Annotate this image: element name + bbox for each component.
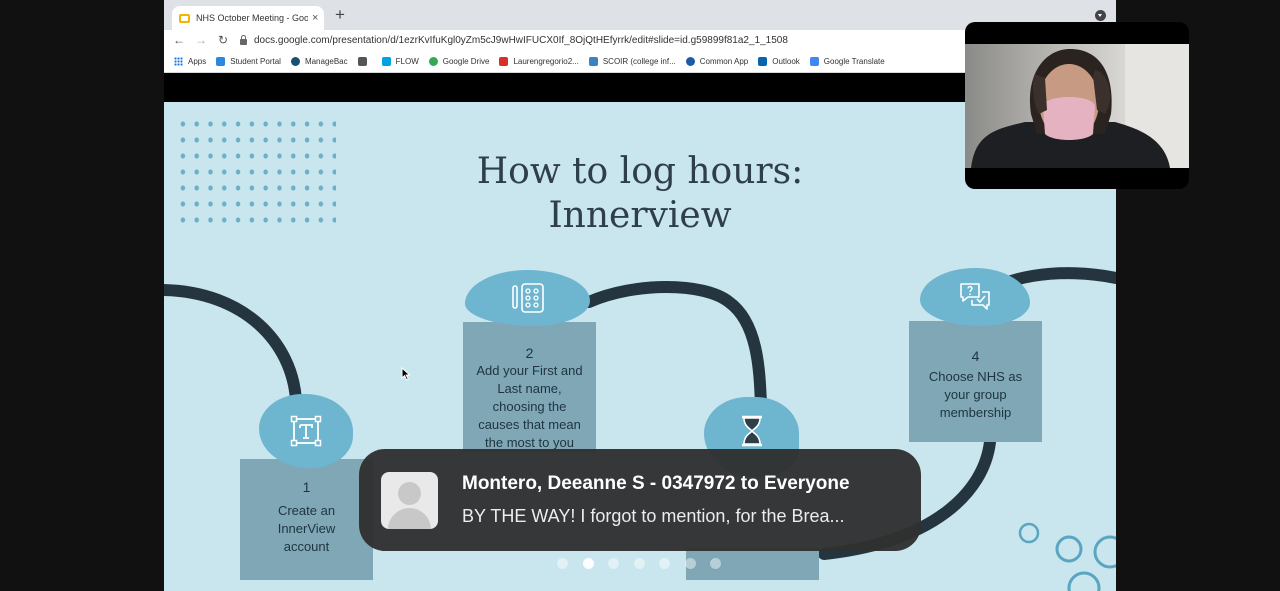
slide-page-dot[interactable]: [684, 558, 696, 569]
chat-question-icon: [960, 283, 990, 310]
bookmark-laurengregorio2[interactable]: Laurengregorio2...: [499, 56, 579, 66]
bookmark-label: FLOW: [395, 56, 419, 66]
scoir-icon: [588, 56, 598, 66]
managebac-icon: [290, 56, 300, 66]
close-tab-icon[interactable]: ×: [312, 12, 318, 24]
avatar: [381, 472, 438, 529]
bookmark-unnamed[interactable]: [357, 56, 372, 66]
bookmark-label: Google Drive: [442, 56, 490, 66]
lock-icon: [240, 35, 247, 45]
step-1-number: 1: [302, 479, 311, 495]
bookmark-label: SCOIR (college inf...: [602, 56, 676, 66]
notification-title: Montero, Deeanne S - 0347972 to Everyone: [462, 473, 850, 494]
hourglass-icon: [741, 415, 762, 447]
step-4-number: 4: [971, 348, 980, 364]
keypad-icon: [511, 283, 544, 313]
bookmark-google-translate[interactable]: Google Translate: [809, 56, 885, 66]
tab-search-icon[interactable]: [1095, 10, 1106, 21]
slide-page-dot[interactable]: [608, 558, 619, 569]
back-button[interactable]: ←: [168, 33, 190, 47]
step-2-card: 2 Add your First and Last name, choosing…: [463, 322, 596, 452]
bookmark-managebac[interactable]: ManageBac: [290, 56, 348, 66]
address-bar[interactable]: docs.google.com/presentation/d/1ezrKvIfu…: [240, 35, 788, 46]
student-portal-icon: [216, 56, 226, 66]
browser-tab[interactable]: NHS October Meeting - Google Slides ×: [172, 6, 324, 30]
new-tab-button[interactable]: +: [335, 5, 345, 25]
participant-video-frame: [965, 44, 1189, 168]
outlook-icon: [758, 56, 768, 66]
step-2-text: Add your First and Last name, choosing t…: [476, 363, 583, 450]
slide-title-line-2: Innerview: [548, 195, 732, 236]
gmail-icon: [499, 56, 509, 66]
forward-button[interactable]: →: [190, 33, 212, 47]
tab-title: NHS October Meeting - Google Slides: [196, 13, 308, 23]
bookmark-label: Student Portal: [230, 56, 281, 66]
reload-button[interactable]: ↻: [212, 33, 234, 47]
slides-favicon-icon: [179, 13, 190, 23]
bookmark-flow[interactable]: FLOW: [381, 56, 419, 66]
bookmark-outlook[interactable]: Outlook: [758, 56, 800, 66]
google-drive-icon: [428, 56, 438, 66]
notification-message: BY THE WAY! I forgot to mention, for the…: [462, 506, 845, 526]
participant-video-tile[interactable]: [965, 22, 1189, 189]
slide-page-dot[interactable]: [557, 558, 568, 569]
url-text: docs.google.com/presentation/d/1ezrKvIfu…: [254, 34, 788, 46]
chat-notification[interactable]: Montero, Deeanne S - 0347972 to Everyone…: [359, 449, 921, 551]
text-tool-icon: [290, 415, 322, 447]
bookmark-google-drive[interactable]: Google Drive: [428, 56, 490, 66]
slide-page-dot[interactable]: [633, 558, 645, 569]
step-2-number: 2: [525, 345, 534, 361]
step-1-card: 1 Create an InnerView account: [240, 459, 373, 580]
slide-page-dot[interactable]: [659, 558, 670, 569]
bookmark-scoir-college-inf[interactable]: SCOIR (college inf...: [588, 56, 676, 66]
google-translate-icon: [809, 56, 819, 66]
step-2-blob: [465, 270, 590, 326]
bookmark-label: Laurengregorio2...: [513, 56, 579, 66]
bookmark-icon: [357, 56, 367, 66]
step-4-text: Choose NHS as your group membership: [928, 369, 1023, 420]
flow-icon: [381, 56, 391, 66]
bookmark-label: Outlook: [772, 56, 800, 66]
apps-grid-icon: [174, 56, 183, 66]
step-4-card: 4 Choose NHS as your group membership: [909, 321, 1042, 442]
slide-page-dot[interactable]: [582, 558, 594, 569]
step-1-text: Create an InnerView account: [277, 503, 336, 554]
bookmark-label: Common App: [699, 56, 749, 66]
bookmark-common-app[interactable]: Common App: [685, 56, 749, 66]
common-app-icon: [685, 56, 695, 66]
slide-pager: [557, 558, 736, 569]
bookmark-label: Apps: [188, 56, 207, 66]
bookmark-label: Google Translate: [823, 56, 885, 66]
participant-figure: [971, 44, 1189, 168]
mouse-cursor-icon: [401, 367, 411, 381]
slide-page-dot[interactable]: [710, 558, 721, 569]
bookmark-label: ManageBac: [304, 56, 348, 66]
bookmark-apps[interactable]: Apps: [174, 56, 207, 66]
bookmark-student-portal[interactable]: Student Portal: [216, 56, 281, 66]
